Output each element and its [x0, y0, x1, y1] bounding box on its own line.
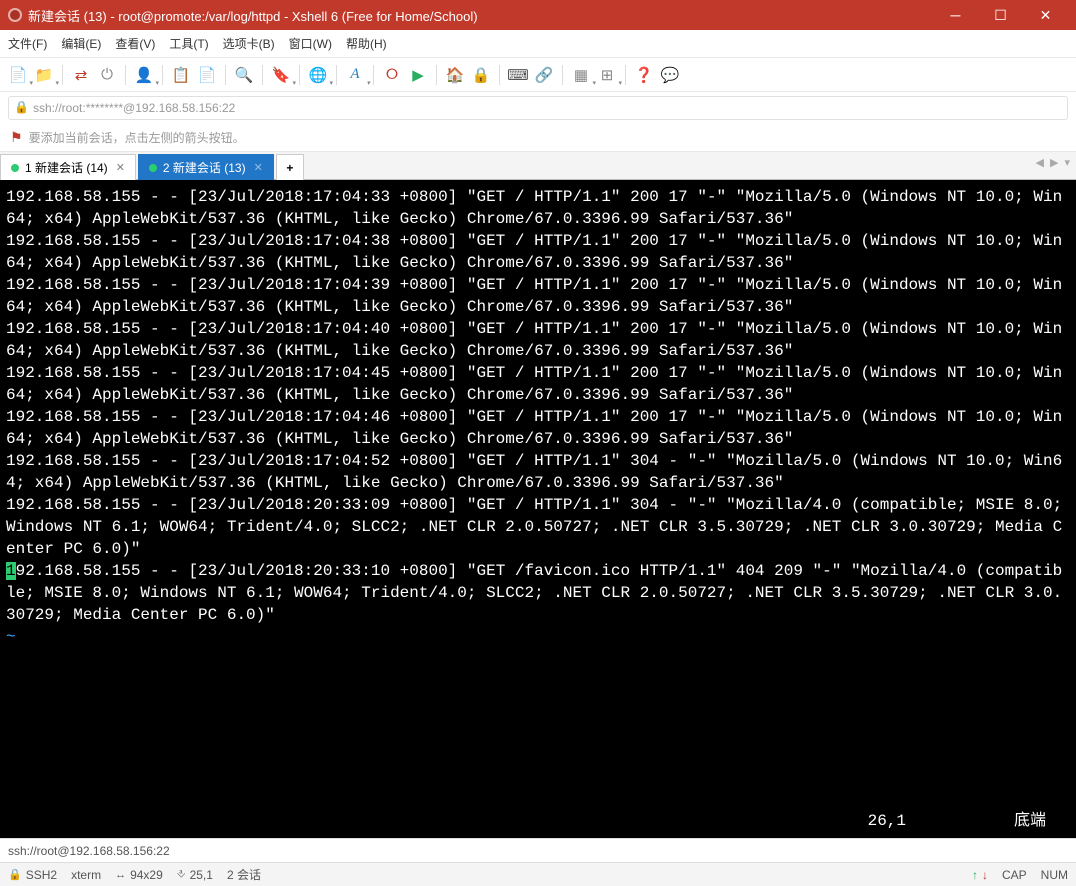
- tab-label: 1 新建会话 (14): [25, 159, 108, 176]
- hint-text: 要添加当前会话，点击左侧的箭头按钮。: [29, 129, 245, 146]
- lock-icon: 🔒: [14, 100, 29, 114]
- layout-icon[interactable]: ▦: [569, 63, 593, 87]
- home-icon[interactable]: 🏠: [443, 63, 467, 87]
- status-dot-icon: [149, 164, 157, 172]
- add-tab-button[interactable]: +: [276, 154, 304, 180]
- tab-prev-icon[interactable]: ◀: [1036, 156, 1044, 169]
- tab-session-14[interactable]: 1 新建会话 (14) ✕: [0, 154, 136, 180]
- paste-icon[interactable]: 📄: [195, 63, 219, 87]
- feedback-icon[interactable]: 💬: [658, 63, 682, 87]
- title-bar: 新建会话 (13) - root@promote:/var/log/httpd …: [0, 0, 1076, 30]
- maximize-button[interactable]: ☐: [978, 0, 1023, 30]
- bookmark-icon[interactable]: 🔖: [269, 63, 293, 87]
- toolbar: 📄 📁 ⇄ ⏻ 👤 📋 📄 🔍 🔖 🌐 A ⭘ ▶ 🏠 🔒 ⌨ 🔗 ▦ ⊞ ❓ …: [0, 58, 1076, 92]
- open-session-icon[interactable]: 📁: [32, 63, 56, 87]
- separator: [262, 65, 263, 85]
- separator: [225, 65, 226, 85]
- separator: [436, 65, 437, 85]
- play-icon[interactable]: ▶: [406, 63, 430, 87]
- keyboard-icon[interactable]: ⌨: [506, 63, 530, 87]
- lock-icon[interactable]: 🔒: [469, 63, 493, 87]
- flag-icon: ⚑: [10, 129, 23, 146]
- help-icon[interactable]: ❓: [632, 63, 656, 87]
- new-session-icon[interactable]: 📄: [6, 63, 30, 87]
- status-updown: ↑↓: [972, 868, 988, 882]
- grid-icon[interactable]: ⊞: [595, 63, 619, 87]
- globe-icon[interactable]: 🌐: [306, 63, 330, 87]
- tab-list-icon[interactable]: ▾: [1064, 156, 1070, 169]
- status-size: ↔94x29: [115, 868, 163, 882]
- separator: [625, 65, 626, 85]
- font-icon[interactable]: A: [343, 63, 367, 87]
- status-num: NUM: [1041, 868, 1068, 882]
- status-bar: 🔒SSH2 xterm ↔94x29 ⎀25,1 2 会话 ↑↓ CAP NUM: [0, 862, 1076, 886]
- tab-label: 2 新建会话 (13): [163, 159, 246, 176]
- separator: [562, 65, 563, 85]
- separator: [373, 65, 374, 85]
- profile-icon[interactable]: 👤: [132, 63, 156, 87]
- menu-tab[interactable]: 选项卡(B): [223, 35, 275, 52]
- menu-file[interactable]: 文件(F): [8, 35, 47, 52]
- minimize-button[interactable]: ─: [933, 0, 978, 30]
- status-sessions: 2 会话: [227, 866, 261, 883]
- hint-bar: ⚑ 要添加当前会话，点击左侧的箭头按钮。: [0, 124, 1076, 152]
- vim-bottom: 底端: [1014, 810, 1046, 832]
- close-tab-icon[interactable]: ✕: [116, 161, 125, 174]
- menu-help[interactable]: 帮助(H): [346, 35, 387, 52]
- window-title: 新建会话 (13) - root@promote:/var/log/httpd …: [28, 6, 933, 25]
- separator: [62, 65, 63, 85]
- app-icon: [8, 8, 22, 22]
- tab-next-icon[interactable]: ▶: [1050, 156, 1058, 169]
- tab-strip: 1 新建会话 (14) ✕ 2 新建会话 (13) ✕ + ◀ ▶ ▾: [0, 152, 1076, 180]
- status-cursor: ⎀25,1: [177, 868, 213, 882]
- status-term: xterm: [71, 868, 101, 882]
- record-icon[interactable]: ⭘: [380, 63, 404, 87]
- menu-view[interactable]: 查看(V): [115, 35, 155, 52]
- status-local: ssh://root@192.168.58.156:22: [0, 838, 1076, 862]
- vim-position: 26,1: [868, 810, 906, 832]
- close-button[interactable]: ✕: [1023, 0, 1068, 30]
- link-icon[interactable]: 🔗: [532, 63, 556, 87]
- status-dot-icon: [11, 164, 19, 172]
- separator: [499, 65, 500, 85]
- separator: [336, 65, 337, 85]
- menu-tool[interactable]: 工具(T): [169, 35, 208, 52]
- menu-bar: 文件(F) 编辑(E) 查看(V) 工具(T) 选项卡(B) 窗口(W) 帮助(…: [0, 30, 1076, 58]
- status-cap: CAP: [1002, 868, 1027, 882]
- menu-window[interactable]: 窗口(W): [289, 35, 332, 52]
- status-ssh: 🔒SSH2: [8, 868, 57, 882]
- separator: [162, 65, 163, 85]
- terminal[interactable]: 192.168.58.155 - - [23/Jul/2018:17:04:33…: [0, 180, 1076, 838]
- copy-icon[interactable]: 📋: [169, 63, 193, 87]
- menu-edit[interactable]: 编辑(E): [61, 35, 101, 52]
- local-address: ssh://root@192.168.58.156:22: [8, 844, 170, 858]
- address-bar: 🔒: [0, 92, 1076, 124]
- close-tab-icon[interactable]: ✕: [254, 161, 263, 174]
- disconnect-icon[interactable]: ⏻: [95, 63, 119, 87]
- tab-session-13[interactable]: 2 新建会话 (13) ✕: [138, 154, 274, 180]
- separator: [299, 65, 300, 85]
- reconnect-icon[interactable]: ⇄: [69, 63, 93, 87]
- search-icon[interactable]: 🔍: [232, 63, 256, 87]
- address-input[interactable]: [8, 96, 1068, 120]
- separator: [125, 65, 126, 85]
